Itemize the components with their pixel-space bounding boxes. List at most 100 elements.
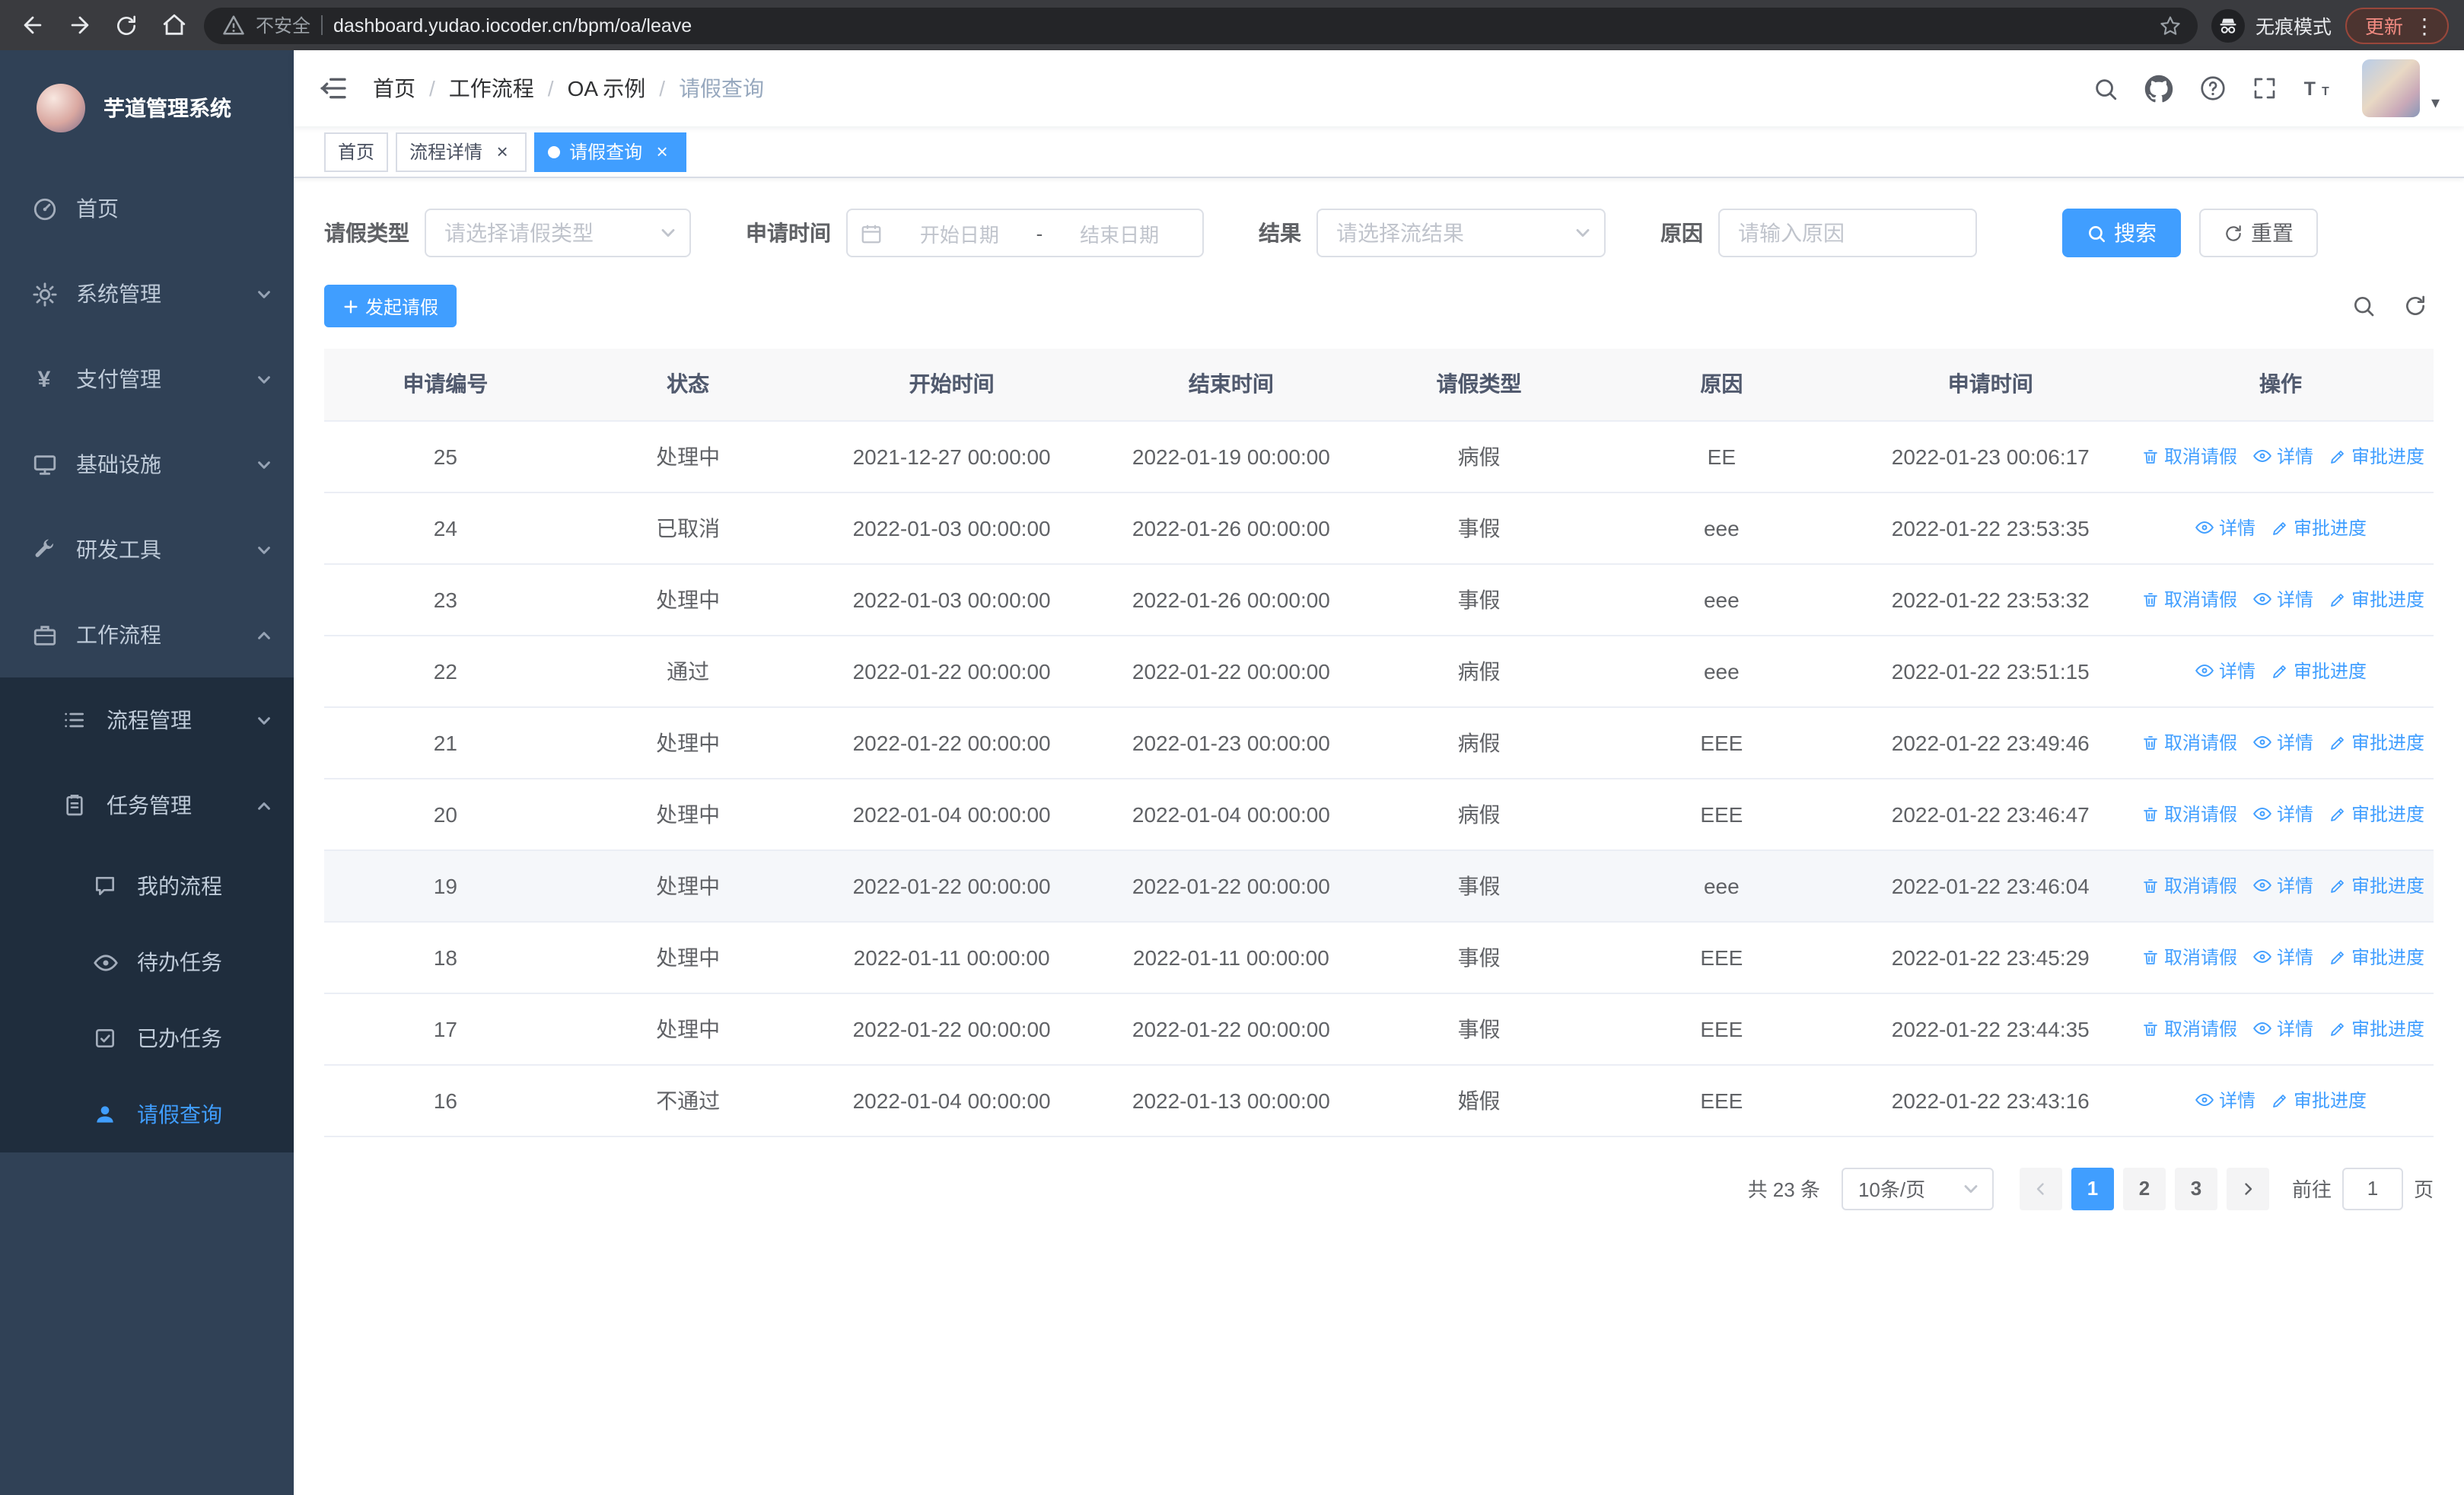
- fullscreen-icon[interactable]: [2253, 76, 2278, 100]
- incognito-icon: [2211, 8, 2245, 42]
- sidebar-item-process-mgmt[interactable]: 流程管理: [0, 677, 294, 763]
- sidebar-item-workflow[interactable]: 工作流程: [0, 592, 294, 677]
- cancel-action-link[interactable]: 取消请假: [2141, 801, 2237, 827]
- page-button-3[interactable]: 3: [2174, 1167, 2217, 1210]
- address-bar[interactable]: 不安全 dashboard.yudao.iocoder.cn/bpm/oa/le…: [204, 7, 2198, 43]
- progress-action-link[interactable]: 审批进度: [2329, 1015, 2424, 1041]
- hamburger-icon[interactable]: [318, 73, 349, 104]
- detail-action-link[interactable]: 详情: [2252, 1015, 2313, 1041]
- cancel-action-link[interactable]: 取消请假: [2141, 872, 2237, 898]
- search-toggle-icon[interactable]: [2351, 294, 2376, 318]
- check-square-icon: [91, 1026, 119, 1050]
- sidebar-item-dev-tools[interactable]: 研发工具: [0, 507, 294, 592]
- result-select[interactable]: 请选择流结果: [1316, 209, 1606, 257]
- page-size-select[interactable]: 10条/页: [1841, 1167, 1994, 1210]
- sidebar-item-infrastructure[interactable]: 基础设施: [0, 422, 294, 507]
- tab-home[interactable]: 首页: [324, 132, 389, 171]
- page-button-2[interactable]: 2: [2122, 1167, 2166, 1210]
- back-icon[interactable]: [15, 8, 49, 42]
- close-icon[interactable]: ×: [492, 141, 513, 162]
- progress-action-link[interactable]: 审批进度: [2329, 729, 2424, 755]
- edit-icon: [2271, 661, 2289, 680]
- progress-action-link[interactable]: 审批进度: [2329, 872, 2424, 898]
- cell-status: 处理中: [566, 706, 810, 779]
- search-button[interactable]: 搜索: [2062, 209, 2181, 257]
- detail-action-link[interactable]: 详情: [2195, 514, 2255, 540]
- leave-type-select[interactable]: 请选择请假类型: [425, 209, 691, 257]
- cell-end-time: 2022-01-23 00:00:00: [1094, 706, 1369, 779]
- app-logo[interactable]: 芋道管理系统: [0, 50, 294, 166]
- goto-page-input[interactable]: [2341, 1167, 2403, 1210]
- sidebar-item-my-process[interactable]: 我的流程: [0, 848, 294, 924]
- detail-action-link[interactable]: 详情: [2252, 872, 2313, 897]
- cancel-action-link[interactable]: 取消请假: [2141, 1015, 2237, 1041]
- sidebar-item-payment-mgmt[interactable]: ¥ 支付管理: [0, 336, 294, 422]
- progress-action-link[interactable]: 审批进度: [2329, 443, 2424, 469]
- detail-action-link[interactable]: 详情: [2252, 943, 2313, 969]
- refresh-icon[interactable]: [2403, 294, 2427, 318]
- cell-status: 不通过: [566, 1064, 810, 1136]
- detail-action-link[interactable]: 详情: [2252, 442, 2313, 468]
- update-button[interactable]: 更新 ⋮: [2345, 7, 2449, 43]
- progress-action-link[interactable]: 审批进度: [2329, 801, 2424, 827]
- detail-action-link[interactable]: 详情: [2195, 1086, 2255, 1112]
- apply-time-range-picker[interactable]: 开始日期 - 结束日期: [846, 209, 1204, 257]
- sidebar-item-label: 研发工具: [76, 537, 161, 562]
- cancel-action-link[interactable]: 取消请假: [2141, 443, 2237, 469]
- avatar[interactable]: [2362, 59, 2421, 117]
- sidebar-item-task-mgmt[interactable]: 任务管理: [0, 763, 294, 848]
- home-icon[interactable]: [157, 8, 190, 42]
- detail-action-link[interactable]: 详情: [2252, 585, 2313, 611]
- security-label[interactable]: 不安全: [256, 12, 310, 38]
- breadcrumb-item-home[interactable]: 首页: [373, 73, 415, 104]
- sidebar-item-done-tasks[interactable]: 已办任务: [0, 1000, 294, 1076]
- end-date-placeholder[interactable]: 结束日期: [1049, 218, 1190, 247]
- cancel-action-link[interactable]: 取消请假: [2141, 729, 2237, 755]
- detail-action-link[interactable]: 详情: [2252, 800, 2313, 826]
- tab-leave-query[interactable]: 请假查询 ×: [534, 132, 687, 171]
- cell-status: 处理中: [566, 420, 810, 492]
- next-page-button[interactable]: [2226, 1167, 2269, 1210]
- start-date-placeholder[interactable]: 开始日期: [889, 218, 1030, 247]
- cell-end-time: 2022-01-19 00:00:00: [1094, 420, 1369, 492]
- chat-icon: [91, 874, 119, 898]
- tab-process-detail[interactable]: 流程详情 ×: [396, 132, 527, 171]
- detail-action-link[interactable]: 详情: [2195, 657, 2255, 683]
- prev-page-button[interactable]: [2019, 1167, 2062, 1210]
- github-icon[interactable]: [2145, 74, 2174, 103]
- search-icon[interactable]: [2093, 75, 2119, 101]
- cancel-action-link[interactable]: 取消请假: [2141, 586, 2237, 612]
- url-text[interactable]: dashboard.yudao.iocoder.cn/bpm/oa/leave: [333, 14, 692, 36]
- reason-input[interactable]: [1718, 209, 1977, 257]
- sidebar-item-leave-query[interactable]: 请假查询: [0, 1076, 294, 1152]
- create-leave-button[interactable]: 发起请假: [324, 285, 457, 327]
- breadcrumb-item-oa-example[interactable]: OA 示例: [568, 73, 646, 104]
- question-icon[interactable]: [2200, 75, 2227, 102]
- caret-down-icon[interactable]: ▾: [2431, 93, 2440, 113]
- progress-action-link[interactable]: 审批进度: [2329, 944, 2424, 970]
- font-size-icon[interactable]: TT: [2303, 75, 2337, 101]
- cell-id: 19: [324, 850, 567, 922]
- sidebar-item-todo-tasks[interactable]: 待办任务: [0, 924, 294, 1000]
- sidebar-item-system-mgmt[interactable]: 系统管理: [0, 251, 294, 336]
- detail-action-link[interactable]: 详情: [2252, 728, 2313, 754]
- sidebar-item-home[interactable]: 首页: [0, 166, 294, 251]
- cell-start-time: 2022-01-04 00:00:00: [809, 1064, 1094, 1136]
- progress-action-link[interactable]: 审批进度: [2271, 1087, 2367, 1113]
- cancel-action-link[interactable]: 取消请假: [2141, 944, 2237, 970]
- active-dot: [548, 145, 561, 158]
- page-button-1[interactable]: 1: [2071, 1167, 2114, 1210]
- progress-action-link[interactable]: 审批进度: [2271, 658, 2367, 684]
- reload-icon[interactable]: [110, 8, 143, 42]
- breadcrumb-item-workflow[interactable]: 工作流程: [449, 73, 534, 104]
- reset-button[interactable]: 重置: [2199, 209, 2318, 257]
- cell-start-time: 2022-01-11 00:00:00: [809, 921, 1094, 993]
- forward-icon[interactable]: [62, 8, 96, 42]
- close-icon[interactable]: ×: [651, 141, 673, 162]
- column-header-type: 请假类型: [1368, 349, 1590, 421]
- cell-leave-type: 病假: [1368, 778, 1590, 850]
- progress-action-link[interactable]: 审批进度: [2271, 515, 2367, 540]
- kebab-menu-icon[interactable]: ⋮: [2414, 14, 2435, 36]
- progress-action-link[interactable]: 审批进度: [2329, 586, 2424, 612]
- bookmark-star-icon[interactable]: [2158, 13, 2182, 37]
